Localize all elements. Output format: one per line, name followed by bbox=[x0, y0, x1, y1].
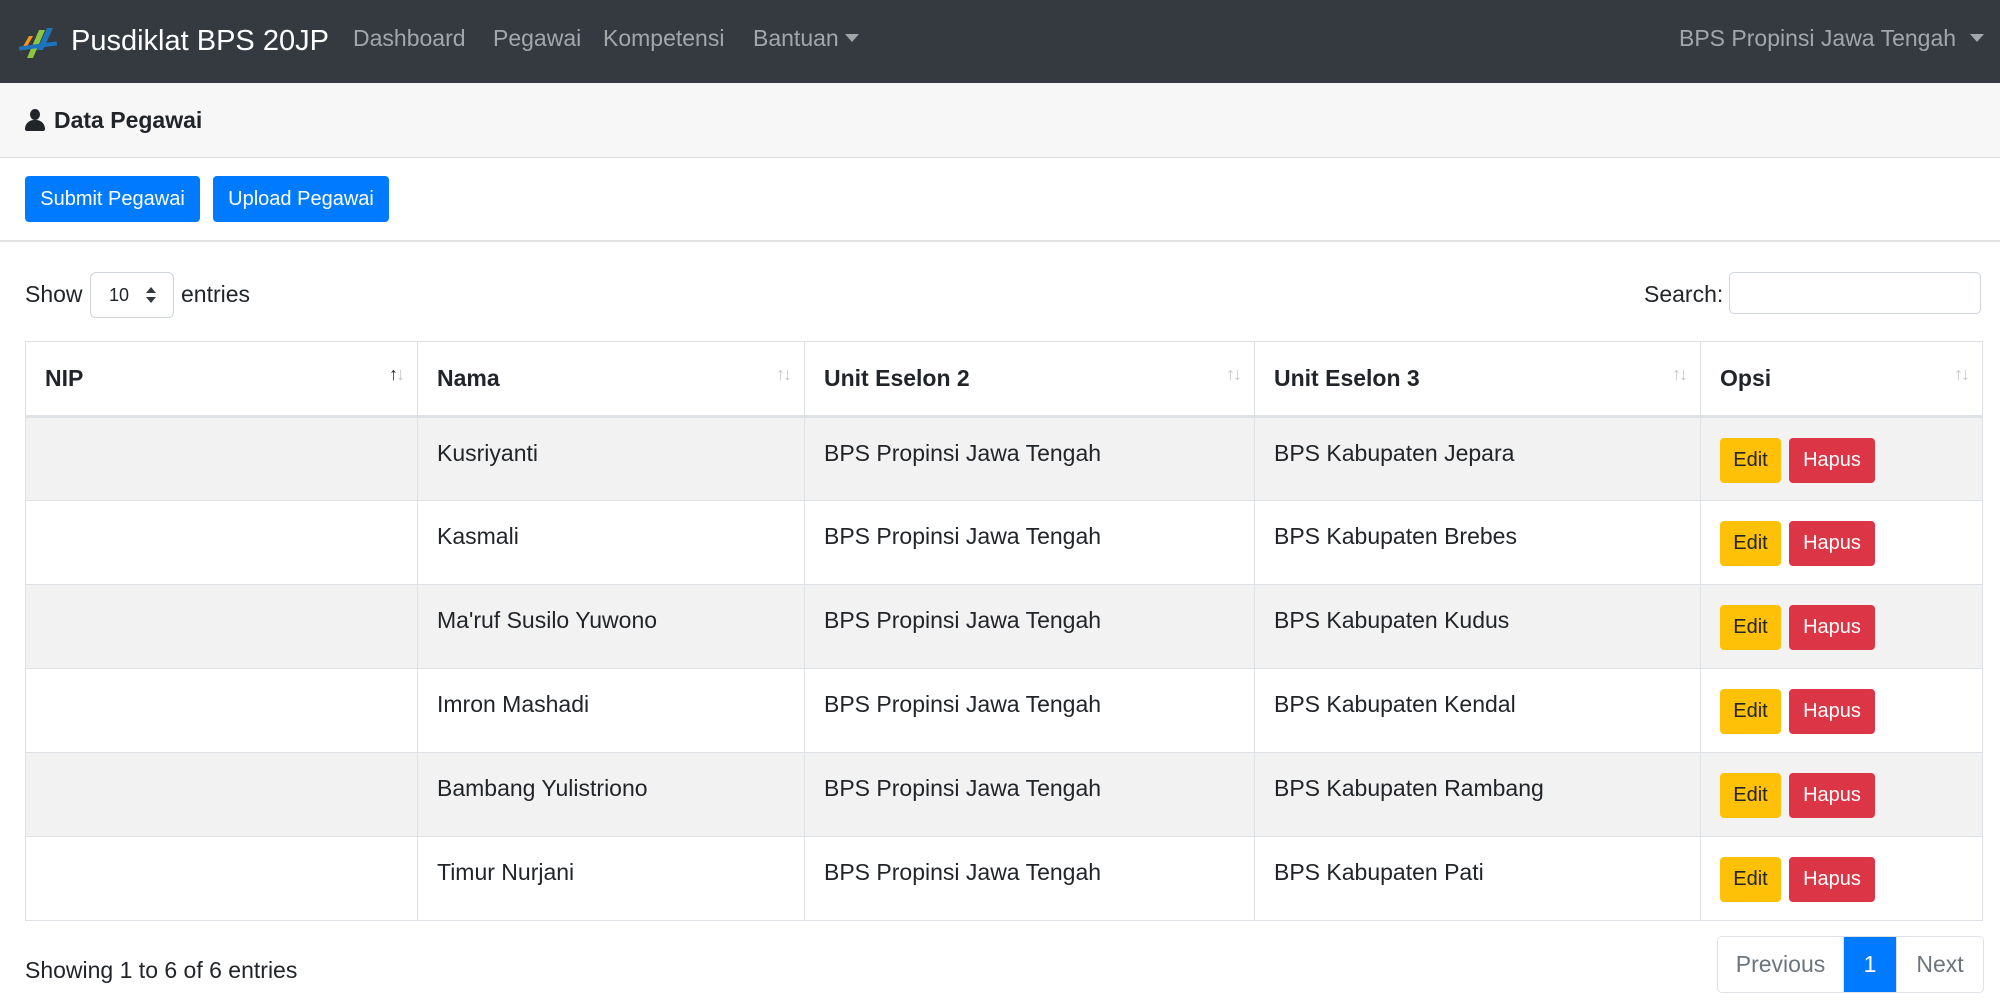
edit-button[interactable]: Edit bbox=[1720, 438, 1781, 483]
caret-down-icon bbox=[844, 34, 859, 42]
edit-button[interactable]: Edit bbox=[1720, 605, 1781, 650]
delete-button[interactable]: Hapus bbox=[1789, 438, 1875, 483]
top-navbar: Pusdiklat BPS 20JP Dashboard Pegawai Kom… bbox=[0, 0, 2000, 83]
card-header: Data Pegawai bbox=[0, 83, 2000, 158]
edit-button[interactable]: Edit bbox=[1720, 689, 1781, 734]
column-header-opsi[interactable]: Opsi ↑↓ bbox=[1700, 341, 1983, 418]
table-row: Kasmali BPS Propinsi Jawa Tengah BPS Kab… bbox=[25, 500, 1983, 585]
page-1-button[interactable]: 1 bbox=[1844, 937, 1896, 992]
delete-button[interactable]: Hapus bbox=[1789, 521, 1875, 566]
edit-button[interactable]: Edit bbox=[1720, 521, 1781, 566]
column-label: Unit Eselon 2 bbox=[824, 365, 970, 391]
pagination: Previous 1 Next bbox=[1717, 936, 1984, 993]
cell-eselon-3: BPS Kabupaten Jepara bbox=[1254, 416, 1701, 501]
cell-nip bbox=[25, 584, 418, 669]
cell-eselon-2: BPS Propinsi Jawa Tengah bbox=[804, 500, 1255, 585]
caret-down-icon bbox=[1970, 34, 1985, 42]
cell-nip bbox=[25, 500, 418, 585]
page-title: Data Pegawai bbox=[54, 106, 203, 133]
cell-eselon-3: BPS Kabupaten Pati bbox=[1254, 836, 1701, 921]
cell-opsi: Edit Hapus bbox=[1700, 584, 1983, 669]
table-row: Ma'ruf Susilo Yuwono BPS Propinsi Jawa T… bbox=[25, 584, 1983, 669]
entries-label: entries bbox=[181, 281, 251, 307]
cell-nama: Ma'ruf Susilo Yuwono bbox=[417, 584, 805, 669]
cell-nip bbox=[25, 668, 418, 753]
length-value: 10 bbox=[109, 284, 130, 305]
delete-button[interactable]: Hapus bbox=[1789, 605, 1875, 650]
table-row: Kusriyanti BPS Propinsi Jawa Tengah BPS … bbox=[25, 416, 1983, 501]
cell-opsi: Edit Hapus bbox=[1700, 416, 1983, 501]
user-menu-dropdown[interactable]: BPS Propinsi Jawa Tengah bbox=[1679, 25, 1985, 52]
delete-button[interactable]: Hapus bbox=[1789, 857, 1875, 902]
cell-nip bbox=[25, 836, 418, 921]
table-row: Imron Mashadi BPS Propinsi Jawa Tengah B… bbox=[25, 668, 1983, 753]
table-header-row: NIP ↑↓ Nama ↑↓ Unit Eselon 2 ↑↓ Unit Eselon… bbox=[25, 341, 1983, 418]
nav-pegawai[interactable]: Pegawai bbox=[493, 25, 581, 52]
sort-icon: ↑↓ bbox=[1226, 364, 1242, 384]
sort-icon: ↑↓ bbox=[389, 364, 405, 384]
column-label: Opsi bbox=[1720, 365, 1772, 391]
column-header-nama[interactable]: Nama ↑↓ bbox=[417, 341, 805, 418]
table-row: Bambang Yulistriono BPS Propinsi Jawa Te… bbox=[25, 752, 1983, 837]
brand[interactable]: Pusdiklat BPS 20JP bbox=[17, 20, 329, 64]
search-input[interactable] bbox=[1729, 272, 1981, 314]
user-menu-label: BPS Propinsi Jawa Tengah bbox=[1679, 25, 1957, 51]
cell-opsi: Edit Hapus bbox=[1700, 500, 1983, 585]
sort-icon: ↑↓ bbox=[1954, 364, 1970, 384]
brand-name: Pusdiklat BPS 20JP bbox=[71, 25, 329, 57]
cell-eselon-2: BPS Propinsi Jawa Tengah bbox=[804, 836, 1255, 921]
table-row: Timur Nurjani BPS Propinsi Jawa Tengah B… bbox=[25, 836, 1983, 921]
nav-bantuan-label: Bantuan bbox=[753, 25, 839, 51]
nav-dashboard[interactable]: Dashboard bbox=[353, 25, 466, 52]
submit-pegawai-button[interactable]: Submit Pegawai bbox=[25, 176, 200, 222]
cell-nama: Kasmali bbox=[417, 500, 805, 585]
table-info: Showing 1 to 6 of 6 entries bbox=[25, 957, 298, 983]
column-header-unit-eselon-2[interactable]: Unit Eselon 2 ↑↓ bbox=[804, 341, 1255, 418]
cell-nama: Bambang Yulistriono bbox=[417, 752, 805, 837]
cell-eselon-3: BPS Kabupaten Kendal bbox=[1254, 668, 1701, 753]
delete-button[interactable]: Hapus bbox=[1789, 689, 1875, 734]
entries-length-select[interactable]: 10 bbox=[90, 272, 174, 318]
cell-nama: Imron Mashadi bbox=[417, 668, 805, 753]
upload-pegawai-button[interactable]: Upload Pegawai bbox=[213, 176, 389, 222]
delete-button[interactable]: Hapus bbox=[1789, 773, 1875, 818]
user-icon bbox=[25, 109, 45, 131]
search-label: Search: bbox=[1644, 281, 1724, 307]
cell-nip bbox=[25, 752, 418, 837]
select-arrows-icon bbox=[146, 287, 156, 305]
cell-eselon-2: BPS Propinsi Jawa Tengah bbox=[804, 668, 1255, 753]
next-page-button[interactable]: Next bbox=[1896, 937, 1983, 992]
sort-icon: ↑↓ bbox=[776, 364, 792, 384]
bps-logo-icon bbox=[17, 20, 61, 64]
column-label: Nama bbox=[437, 365, 500, 391]
column-header-unit-eselon-3[interactable]: Unit Eselon 3 ↑↓ bbox=[1254, 341, 1701, 418]
cell-eselon-2: BPS Propinsi Jawa Tengah bbox=[804, 752, 1255, 837]
previous-page-button[interactable]: Previous bbox=[1718, 937, 1844, 992]
cell-eselon-2: BPS Propinsi Jawa Tengah bbox=[804, 584, 1255, 669]
column-label: NIP bbox=[45, 365, 84, 391]
sort-icon: ↑↓ bbox=[1672, 364, 1688, 384]
nav-kompetensi[interactable]: Kompetensi bbox=[603, 25, 724, 52]
cell-opsi: Edit Hapus bbox=[1700, 752, 1983, 837]
edit-button[interactable]: Edit bbox=[1720, 773, 1781, 818]
cell-nama: Timur Nurjani bbox=[417, 836, 805, 921]
cell-eselon-3: BPS Kabupaten Rambang bbox=[1254, 752, 1701, 837]
column-label: Unit Eselon 3 bbox=[1274, 365, 1420, 391]
column-header-nip[interactable]: NIP ↑↓ bbox=[25, 341, 418, 418]
nav-bantuan-dropdown[interactable]: Bantuan bbox=[753, 25, 859, 52]
cell-nama: Kusriyanti bbox=[417, 416, 805, 501]
cell-opsi: Edit Hapus bbox=[1700, 668, 1983, 753]
cell-opsi: Edit Hapus bbox=[1700, 836, 1983, 921]
cell-eselon-2: BPS Propinsi Jawa Tengah bbox=[804, 416, 1255, 501]
edit-button[interactable]: Edit bbox=[1720, 857, 1781, 902]
cell-eselon-3: BPS Kabupaten Kudus bbox=[1254, 584, 1701, 669]
cell-nip bbox=[25, 416, 418, 501]
pegawai-table: NIP ↑↓ Nama ↑↓ Unit Eselon 2 ↑↓ Unit Eselon… bbox=[25, 341, 1983, 921]
cell-eselon-3: BPS Kabupaten Brebes bbox=[1254, 500, 1701, 585]
action-bar: Submit Pegawai Upload Pegawai bbox=[0, 158, 2000, 242]
show-label: Show bbox=[25, 281, 83, 307]
